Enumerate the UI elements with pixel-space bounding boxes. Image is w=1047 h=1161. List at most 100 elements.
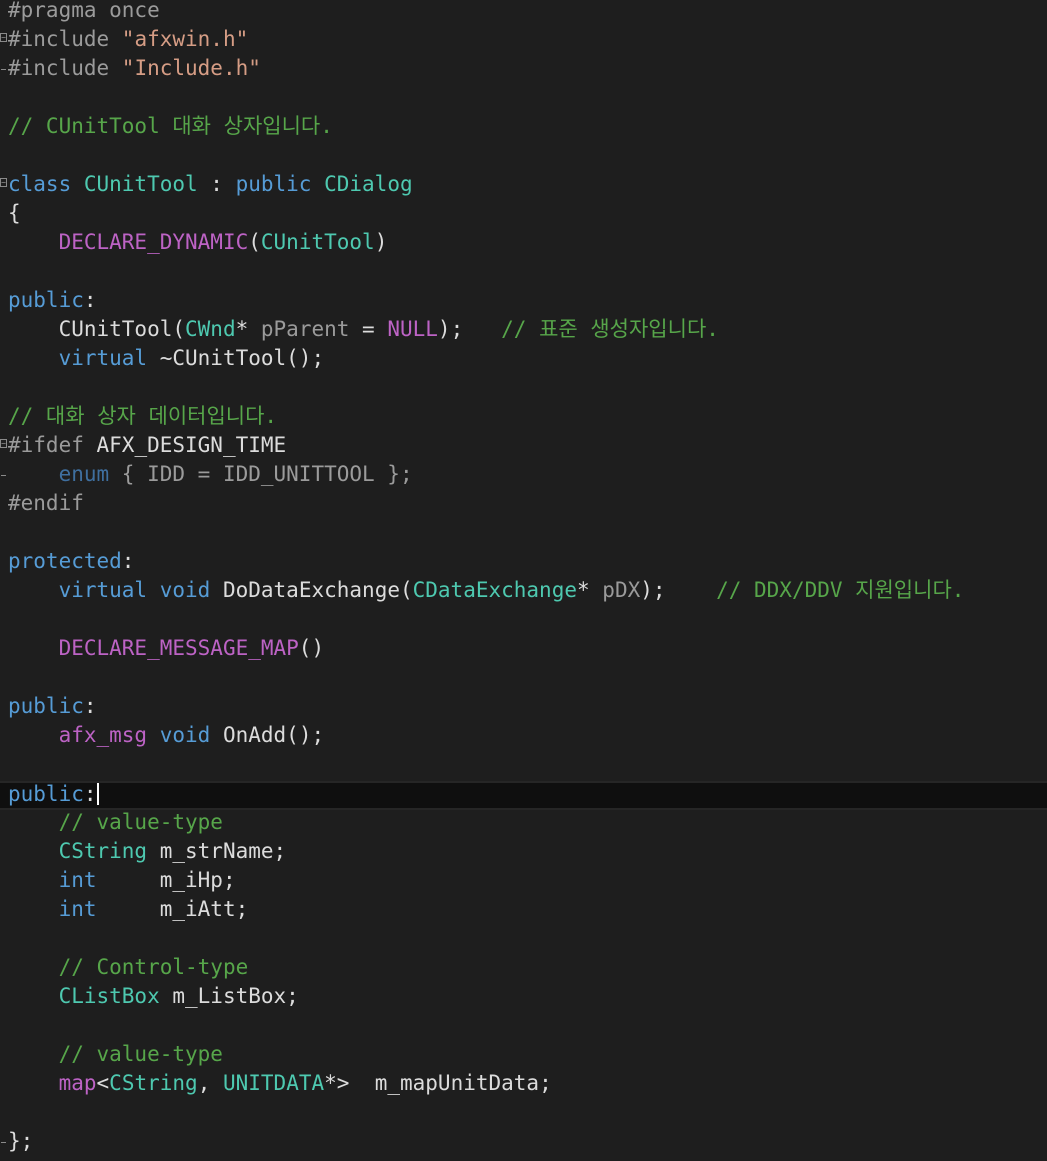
code-text: DECLARE_DYNAMIC(CUnitTool)	[8, 230, 388, 254]
code-text: // Control-type	[8, 955, 249, 979]
code-text: protected:	[8, 549, 134, 573]
code-token: // 표준 생성자입니다.	[501, 317, 719, 341]
code-token: #endif	[8, 491, 84, 515]
code-token: CUnitTool	[83, 172, 198, 196]
code-line[interactable]: virtual void DoDataExchange(CDataExchang…	[0, 578, 1047, 607]
code-line[interactable]: CListBox m_ListBox;	[0, 984, 1047, 1013]
code-text: public:	[8, 694, 97, 718]
code-token: m_iAtt;	[96, 897, 249, 921]
code-line[interactable]	[0, 1100, 1047, 1129]
code-line[interactable]	[0, 752, 1047, 781]
code-line[interactable]	[0, 926, 1047, 955]
code-line[interactable]: #pragma once	[0, 0, 1047, 27]
collapse-icon[interactable]: −	[0, 33, 7, 42]
code-text: // value-type	[8, 810, 223, 834]
code-text: };	[8, 1129, 33, 1153]
code-line[interactable]	[0, 520, 1047, 549]
code-text: #ifdef AFX_DESIGN_TIME	[8, 433, 286, 457]
code-token: :	[83, 288, 97, 312]
code-token: enum	[58, 462, 110, 486]
code-line[interactable]: #include "Include.h"	[0, 56, 1047, 85]
code-text: #include "afxwin.h"	[8, 27, 248, 51]
code-text: {	[8, 201, 21, 225]
code-text: DECLARE_MESSAGE_MAP()	[8, 636, 325, 660]
code-line[interactable]: − #include "afxwin.h"	[0, 27, 1047, 56]
code-token: int	[58, 868, 97, 892]
code-line[interactable]	[0, 665, 1047, 694]
code-text: int m_iHp;	[8, 868, 236, 892]
code-line[interactable]: virtual ~CUnitTool();	[0, 346, 1047, 375]
code-token: CUnitTool(	[8, 317, 186, 341]
code-line[interactable]: public:	[0, 694, 1047, 723]
code-line[interactable]: {	[0, 201, 1047, 230]
code-token: :	[83, 694, 97, 718]
code-token: virtual	[58, 346, 148, 370]
code-line[interactable]: protected:	[0, 549, 1047, 578]
code-text: CUnitTool(CWnd* pParent = NULL); // 표준 생…	[8, 317, 719, 341]
code-line[interactable]: DECLARE_DYNAMIC(CUnitTool)	[0, 230, 1047, 259]
code-line[interactable]	[0, 143, 1047, 172]
text-caret	[96, 783, 99, 805]
code-token: virtual	[58, 578, 148, 602]
code-line[interactable]: − class CUnitTool : public CDialog	[0, 172, 1047, 201]
code-line[interactable]	[0, 259, 1047, 288]
code-token: );	[437, 317, 502, 341]
code-text: // CUnitTool 대화 상자입니다.	[8, 114, 333, 138]
code-line[interactable]: // Control-type	[0, 955, 1047, 984]
code-line[interactable]: CString m_strName;	[0, 839, 1047, 868]
code-line[interactable]: int m_iHp;	[0, 868, 1047, 897]
code-line[interactable]: // CUnitTool 대화 상자입니다.	[0, 114, 1047, 143]
code-line[interactable]: map<CString, UNITDATA*> m_mapUnitData;	[0, 1071, 1047, 1100]
code-token: m_ListBox;	[159, 984, 299, 1008]
code-token: // Control-type	[58, 955, 249, 979]
code-line[interactable]: // 대화 상자 데이터입니다.	[0, 404, 1047, 433]
code-line[interactable]: − #ifdef AFX_DESIGN_TIME	[0, 433, 1047, 462]
code-line[interactable]	[0, 85, 1047, 114]
code-token: // 대화 상자 데이터입니다.	[8, 404, 278, 428]
code-line[interactable]: int m_iAtt;	[0, 897, 1047, 926]
code-text: CListBox m_ListBox;	[8, 984, 299, 1008]
code-token: public	[8, 694, 84, 718]
code-line[interactable]: CUnitTool(CWnd* pParent = NULL); // 표준 생…	[0, 317, 1047, 346]
code-token: *> m_mapUnitData;	[324, 1071, 552, 1095]
collapse-icon[interactable]: −	[0, 439, 7, 448]
code-line[interactable]	[0, 607, 1047, 636]
code-token: *	[577, 578, 603, 602]
code-text: CString m_strName;	[8, 839, 287, 863]
code-token: m_iHp;	[96, 868, 236, 892]
code-token: protected	[8, 549, 122, 573]
code-line[interactable]	[0, 1013, 1047, 1042]
code-line[interactable]: // value-type	[0, 1042, 1047, 1071]
code-token: m_strName;	[147, 839, 287, 863]
code-token: CString	[58, 839, 148, 863]
code-line[interactable]: #endif	[0, 491, 1047, 520]
collapse-icon[interactable]: −	[0, 178, 7, 187]
code-text: enum { IDD = IDD_UNITTOOL };	[8, 462, 413, 486]
code-line-current[interactable]: public:	[0, 781, 1047, 810]
code-text: #endif	[8, 491, 84, 515]
code-line[interactable]: // value-type	[0, 810, 1047, 839]
code-line[interactable]: enum { IDD = IDD_UNITTOOL };	[0, 462, 1047, 491]
code-line[interactable]	[0, 375, 1047, 404]
code-token: #include	[8, 27, 122, 51]
code-token: CListBox	[58, 984, 160, 1008]
code-token: void	[159, 578, 211, 602]
code-token: map	[58, 1071, 97, 1095]
code-line[interactable]: afx_msg void OnAdd();	[0, 723, 1047, 752]
code-line[interactable]: DECLARE_MESSAGE_MAP()	[0, 636, 1047, 665]
code-token: CUnitTool	[260, 230, 375, 254]
code-text: class CUnitTool : public CDialog	[8, 172, 413, 196]
code-line[interactable]: };	[0, 1129, 1047, 1158]
code-editor[interactable]: #pragma once − #include "afxwin.h" #include…	[0, 0, 1047, 1161]
code-line[interactable]: public:	[0, 288, 1047, 317]
